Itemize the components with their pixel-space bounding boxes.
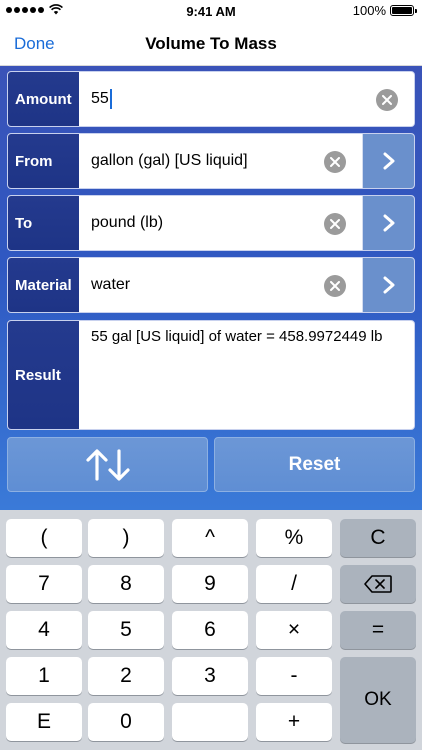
clear-from-icon[interactable] xyxy=(324,151,346,173)
from-value: gallon (gal) [US liquid] xyxy=(91,152,248,169)
key-7[interactable]: 7 xyxy=(6,565,82,603)
material-select-button[interactable] xyxy=(362,258,414,312)
key-1[interactable]: 1 xyxy=(6,657,82,695)
key-divide[interactable]: / xyxy=(256,565,332,603)
key-5[interactable]: 5 xyxy=(88,611,164,649)
to-value: pound (lb) xyxy=(91,214,164,231)
chevron-right-icon xyxy=(383,214,394,232)
key-exponent[interactable]: E xyxy=(6,703,82,741)
swap-arrows-icon xyxy=(85,448,130,481)
key-plus[interactable]: + xyxy=(256,703,332,741)
clear-material-icon[interactable] xyxy=(324,275,346,297)
key-6[interactable]: 6 xyxy=(172,611,248,649)
material-value: water xyxy=(91,276,131,293)
from-label: From xyxy=(8,134,79,188)
converter-panel: Amount 55 From gallon (gal) [US liquid] … xyxy=(0,66,422,510)
amount-input[interactable]: 55 xyxy=(79,72,414,126)
amount-row: Amount 55 xyxy=(7,71,415,127)
from-field[interactable]: gallon (gal) [US liquid] xyxy=(79,134,414,188)
battery-icon xyxy=(390,5,417,16)
text-caret xyxy=(109,89,112,109)
chevron-right-icon xyxy=(383,152,394,170)
clear-to-icon[interactable] xyxy=(324,213,346,235)
battery-area: 100% xyxy=(352,3,417,18)
clear-amount-icon[interactable] xyxy=(376,89,398,111)
key-blank[interactable] xyxy=(172,703,248,741)
key-0[interactable]: 0 xyxy=(88,703,164,741)
material-label: Material xyxy=(8,258,79,312)
amount-label: Amount xyxy=(8,72,79,126)
calculator-keypad: ( ) ^ % C 7 8 9 / 4 5 6 × = 1 2 3 - OK E… xyxy=(0,510,422,750)
from-row: From gallon (gal) [US liquid] xyxy=(7,133,415,189)
result-value: 55 gal [US liquid] of water = 458.997244… xyxy=(91,328,383,345)
key-clear[interactable]: C xyxy=(340,519,416,557)
key-3[interactable]: 3 xyxy=(172,657,248,695)
key-8[interactable]: 8 xyxy=(88,565,164,603)
key-percent[interactable]: % xyxy=(256,519,332,557)
material-row: Material water xyxy=(7,257,415,313)
key-close-paren[interactable]: ) xyxy=(88,519,164,557)
nav-bar: Done Volume To Mass xyxy=(0,22,422,66)
key-4[interactable]: 4 xyxy=(6,611,82,649)
reset-button[interactable]: Reset xyxy=(214,437,415,492)
key-minus[interactable]: - xyxy=(256,657,332,695)
key-ok[interactable]: OK xyxy=(340,657,416,743)
backspace-icon xyxy=(364,575,392,593)
to-row: To pound (lb) xyxy=(7,195,415,251)
result-label: Result xyxy=(8,321,79,429)
key-9[interactable]: 9 xyxy=(172,565,248,603)
swap-units-button[interactable] xyxy=(7,437,208,492)
status-bar: 9:41 AM 100% xyxy=(0,0,422,22)
to-field[interactable]: pound (lb) xyxy=(79,196,414,250)
from-select-button[interactable] xyxy=(362,134,414,188)
to-label: To xyxy=(8,196,79,250)
result-row: Result 55 gal [US liquid] of water = 458… xyxy=(7,320,415,430)
key-open-paren[interactable]: ( xyxy=(6,519,82,557)
key-equals[interactable]: = xyxy=(340,611,416,649)
material-field[interactable]: water xyxy=(79,258,414,312)
key-multiply[interactable]: × xyxy=(256,611,332,649)
key-power[interactable]: ^ xyxy=(172,519,248,557)
amount-value: 55 xyxy=(91,90,109,107)
chevron-right-icon xyxy=(383,276,394,294)
to-select-button[interactable] xyxy=(362,196,414,250)
key-2[interactable]: 2 xyxy=(88,657,164,695)
page-title: Volume To Mass xyxy=(145,34,277,53)
key-backspace[interactable] xyxy=(340,565,416,603)
battery-percent: 100% xyxy=(352,3,386,18)
